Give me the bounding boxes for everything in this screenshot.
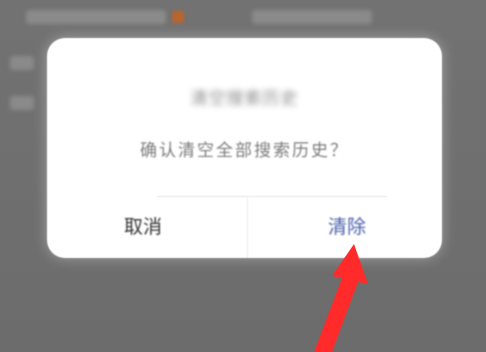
background-text-row	[26, 10, 166, 24]
cancel-button[interactable]: 取消	[97, 212, 189, 242]
background-text-row	[10, 56, 34, 70]
clear-button[interactable]: 清除	[301, 212, 393, 242]
background-text-row	[252, 10, 372, 24]
background-text-row	[10, 96, 34, 110]
background-badge	[172, 11, 184, 23]
button-divider	[157, 196, 387, 197]
red-arrow-icon	[314, 244, 368, 352]
dialog-message: 确认清空全部搜索历史？	[140, 141, 349, 161]
dialog-title: 清空搜索历史	[190, 89, 299, 109]
confirm-dialog: 清空搜索历史 确认清空全部搜索历史？ 取消 清除	[47, 38, 442, 258]
button-separator	[247, 198, 248, 258]
